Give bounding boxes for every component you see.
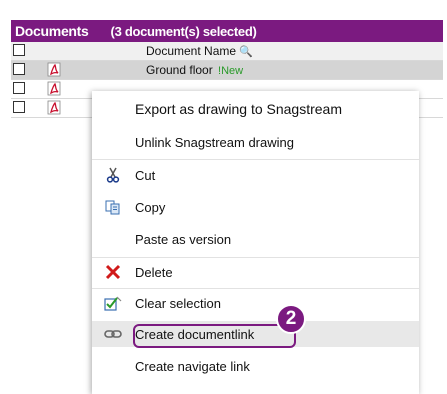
select-all-checkbox[interactable] (13, 44, 25, 56)
selection-count: (3 document(s) selected) (110, 23, 257, 39)
table-header-row: Document Name 🔍 (11, 42, 443, 61)
menu-item-label: Create navigate link (135, 359, 250, 374)
link-icon (104, 330, 122, 338)
callout-highlight (133, 324, 296, 348)
column-header-name[interactable]: Document Name 🔍 (146, 44, 253, 58)
menu-item-label: Paste as version (135, 232, 232, 247)
menu-divider (92, 159, 419, 160)
menu-divider (92, 288, 419, 289)
menu-item-cut[interactable]: Cut (92, 162, 419, 188)
menu-item-export[interactable]: Export as drawing to Snagstream (92, 96, 419, 122)
menu-item-label: Cut (135, 168, 156, 183)
menu-item-unlink[interactable]: Unlink Snagstream drawing (92, 129, 419, 155)
pdf-icon (47, 100, 61, 115)
menu-item-delete[interactable]: Delete (92, 259, 419, 285)
context-menu: Export as drawing to Snagstream Unlink S… (92, 91, 419, 394)
delete-x-icon (105, 264, 121, 280)
menu-item-label: Clear selection (135, 296, 221, 311)
new-badge-text: New (221, 65, 244, 77)
menu-item-label: Copy (135, 200, 166, 215)
row-checkbox[interactable] (13, 82, 25, 94)
pdf-icon (47, 81, 61, 96)
menu-item-label: Unlink Snagstream drawing (135, 135, 294, 150)
menu-item-copy[interactable]: Copy (92, 194, 419, 220)
menu-item-paste-version[interactable]: Paste as version (92, 226, 419, 252)
document-name[interactable]: Ground floor !New (146, 63, 243, 77)
menu-item-label: Delete (135, 265, 173, 280)
step-number-badge: 2 (276, 304, 306, 334)
table-row[interactable]: Ground floor !New (11, 61, 443, 80)
menu-divider (92, 257, 419, 258)
search-icon[interactable]: 🔍 (239, 46, 253, 58)
new-badge: !New (218, 65, 244, 77)
scissors-icon (106, 167, 120, 183)
copy-icon (105, 200, 120, 215)
menu-item-create-navigate-link[interactable]: Create navigate link (92, 353, 419, 379)
checkbox-check-icon (104, 296, 122, 311)
documents-header: Documents (3 document(s) selected) (11, 20, 443, 42)
row-checkbox[interactable] (13, 63, 25, 75)
row-checkbox[interactable] (13, 101, 25, 113)
panel-title: Documents (15, 23, 89, 39)
menu-item-clear-selection[interactable]: Clear selection (92, 290, 419, 316)
document-name-text: Ground floor (146, 63, 213, 77)
column-header-label: Document Name (146, 44, 237, 58)
pdf-icon (47, 62, 61, 77)
menu-item-label: Export as drawing to Snagstream (135, 101, 342, 117)
